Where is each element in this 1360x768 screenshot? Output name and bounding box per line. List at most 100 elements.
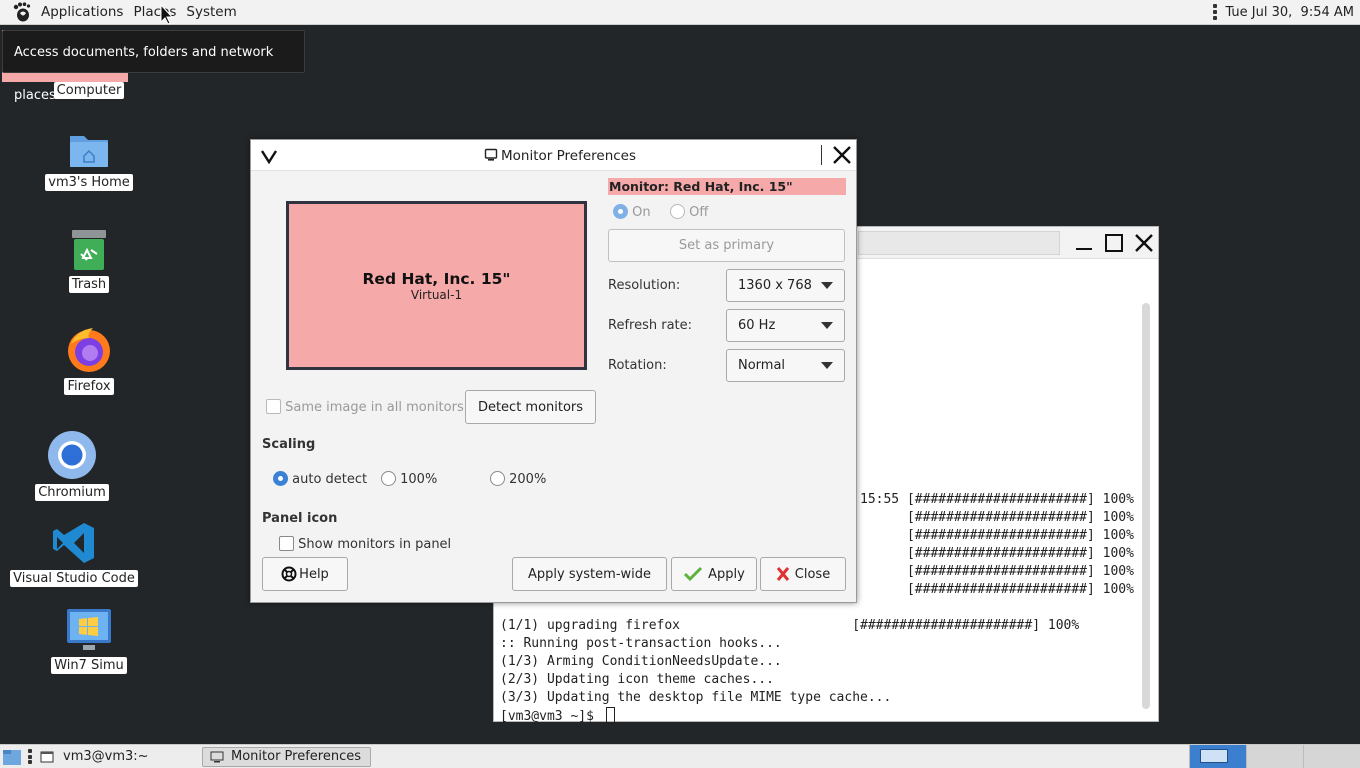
taskbar-terminal-label: vm3@vm3:~ [63, 749, 149, 764]
help-button[interactable]: Help [262, 557, 348, 591]
scaling-100-radio[interactable]: 100% [381, 471, 437, 487]
off-radio[interactable]: Off [670, 204, 708, 220]
bottom-panel: vm3@vm3:~ Monitor Preferences [0, 744, 1360, 768]
on-radio[interactable]: On [613, 204, 651, 220]
desktop-icon-home[interactable]: vm3's Home [29, 130, 149, 191]
mouse-pointer-icon [160, 4, 174, 25]
taskbar-monitor-prefs-label: Monitor Preferences [231, 749, 362, 764]
desktop-icon-trash[interactable]: Trash [29, 228, 149, 293]
maximize-icon[interactable] [1102, 231, 1126, 255]
panel-handle-icon[interactable] [28, 749, 40, 764]
titlebar-separator [821, 145, 822, 165]
resolution-value: 1360 x 768 [738, 278, 812, 293]
close-icon[interactable] [1132, 231, 1156, 255]
refresh-rate-select[interactable]: 60 Hz [726, 309, 845, 342]
terminal-line: (3/3) Updating the desktop file MIME typ… [500, 690, 892, 705]
rotation-select[interactable]: Normal [726, 349, 845, 382]
rotation-label: Rotation: [608, 358, 667, 373]
gnome-foot-icon[interactable] [11, 1, 33, 23]
terminal-line: [######################] 100% [860, 582, 1134, 597]
prompt-text: [vm3@vm3 ~]$ [500, 709, 602, 724]
dialog-titlebar[interactable]: Monitor Preferences [251, 140, 856, 171]
off-radio-button[interactable] [670, 204, 685, 219]
desktop-icon-chromium[interactable]: Chromium [12, 430, 132, 501]
show-monitors-checkbox[interactable]: Show monitors in panel [279, 536, 451, 552]
chevron-down-icon [821, 322, 833, 329]
monitor-preview-output: Virtual-1 [410, 287, 463, 302]
monitor-preview-name: Red Hat, Inc. 15" [362, 269, 511, 288]
set-as-primary-button[interactable]: Set as primary [608, 229, 845, 262]
radio-button[interactable] [273, 471, 288, 486]
desktop-icon-label: vm3's Home [45, 174, 133, 191]
panel-handle-icon[interactable] [1213, 4, 1218, 20]
same-image-checkbox[interactable]: Same image in all monitors [266, 399, 464, 415]
show-monitors-check[interactable] [279, 536, 294, 551]
workspace-1[interactable] [1189, 745, 1246, 768]
close-button[interactable]: Close [760, 557, 846, 591]
scaling-option-label: 100% [400, 472, 438, 487]
red-x-icon [776, 567, 789, 581]
apply-label: Apply [708, 566, 745, 582]
scaling-auto-radio[interactable]: auto detect [273, 471, 367, 487]
places-tooltip: Access documents, folders and network pl… [2, 30, 305, 103]
apply-system-wide-button[interactable]: Apply system-wide [512, 557, 667, 591]
taskbar-monitor-prefs[interactable]: Monitor Preferences [202, 747, 371, 767]
desktop-icon-win7[interactable]: Win7 Simu [29, 607, 149, 674]
radio-button[interactable] [490, 471, 505, 486]
chevron-down-icon [821, 362, 833, 369]
clock[interactable]: Tue Jul 30, 9:54 AM [1225, 5, 1354, 20]
apply-button[interactable]: Apply [671, 557, 757, 591]
close-icon[interactable] [831, 144, 853, 166]
monitor-icon [484, 148, 498, 161]
desktop-icon-firefox[interactable]: Firefox [29, 326, 149, 395]
home-folder-icon [70, 136, 108, 167]
monitor-icon [210, 751, 224, 763]
terminal-scrollbar[interactable] [1142, 303, 1150, 709]
detect-monitors-button[interactable]: Detect monitors [465, 390, 596, 424]
monitor-preview[interactable]: Red Hat, Inc. 15" Virtual-1 [286, 201, 587, 370]
resolution-select[interactable]: 1360 x 768 [726, 269, 845, 302]
text-cursor [605, 707, 615, 724]
off-radio-label: Off [689, 205, 709, 220]
scaling-heading: Scaling [262, 437, 316, 452]
show-desktop-icon[interactable] [2, 747, 22, 767]
terminal-line: [######################] 100% [860, 528, 1134, 543]
desktop-icon-label: Visual Studio Code [10, 570, 138, 587]
panel-icon-heading: Panel icon [262, 511, 338, 526]
system-menu[interactable]: System [181, 0, 241, 25]
workspace-3[interactable] [1303, 745, 1360, 768]
terminal-line: [######################] 100% [860, 564, 1134, 579]
workspace-window-thumb [1200, 749, 1228, 763]
scaling-200-radio[interactable]: 200% [490, 471, 546, 487]
resolution-label: Resolution: [608, 278, 681, 293]
desktop-icon-label: Chromium [35, 484, 109, 501]
radio-button[interactable] [381, 471, 396, 486]
desktop-icon-label: Trash [68, 276, 110, 293]
terminal-line: (1/1) upgrading firefox [###############… [500, 618, 1080, 633]
dialog-title: Monitor Preferences [501, 148, 637, 164]
win7-icon [67, 609, 111, 650]
scaling-option-label: auto detect [292, 472, 368, 487]
minimize-icon[interactable] [1072, 231, 1096, 255]
desktop-icon-label: Computer [53, 82, 125, 99]
applications-menu[interactable]: Applications [36, 0, 128, 25]
show-monitors-label: Show monitors in panel [298, 537, 452, 552]
on-radio-button[interactable] [613, 204, 628, 219]
terminal-title-field [858, 231, 1060, 255]
on-radio-label: On [632, 205, 651, 220]
desktop-icon-vscode[interactable]: Visual Studio Code [10, 520, 138, 587]
terminal-line: :: Running post-transaction hooks... [500, 636, 782, 651]
workspace-2[interactable] [1246, 745, 1303, 768]
scaling-option-label: 200% [509, 472, 547, 487]
same-image-label: Same image in all monitors [285, 400, 464, 415]
monitor-preferences-dialog: Monitor Preferences Red Hat, Inc. 15" Vi… [250, 139, 857, 603]
taskbar-terminal[interactable]: vm3@vm3:~ [40, 747, 149, 767]
terminal-line: (1/3) Arming ConditionNeedsUpdate... [500, 654, 782, 669]
same-image-check[interactable] [266, 399, 281, 414]
terminal-prompt[interactable]: [vm3@vm3 ~]$ [500, 707, 615, 725]
desktop-icon-label: Firefox [64, 378, 114, 395]
rotation-value: Normal [738, 358, 786, 373]
monitor-header: Monitor: Red Hat, Inc. 15" [608, 178, 846, 195]
window-menu-icon[interactable] [259, 146, 279, 166]
close-label: Close [794, 566, 831, 582]
